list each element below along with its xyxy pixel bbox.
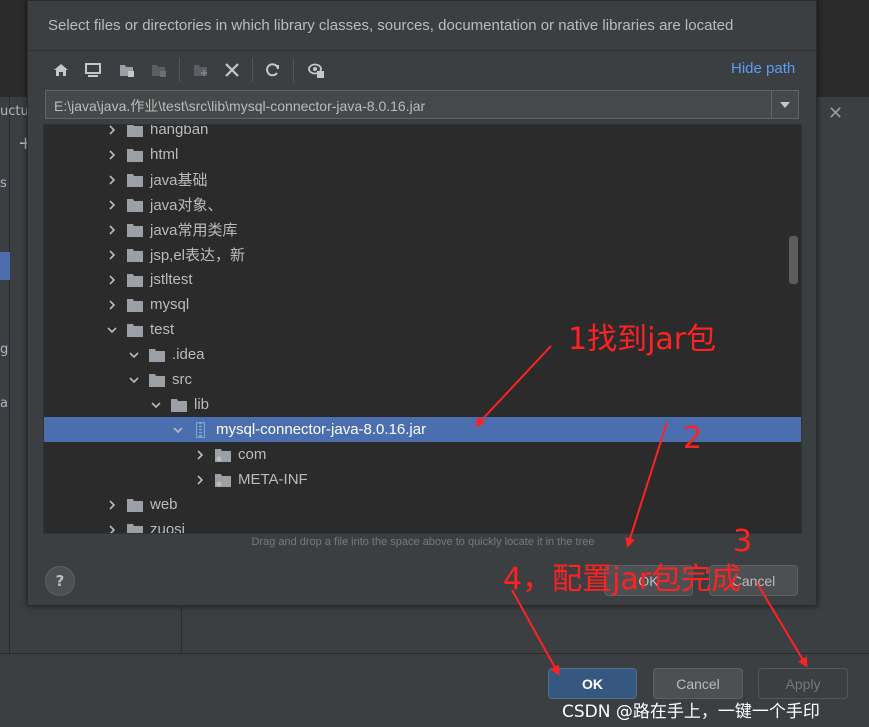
tree-item-label: .idea <box>172 346 205 363</box>
folder-icon <box>148 347 166 363</box>
folder-icon <box>126 297 144 313</box>
tree-row[interactable]: web <box>44 492 801 517</box>
tree-item-label: test <box>150 321 175 338</box>
new-folder-icon[interactable] <box>190 59 212 81</box>
tree-row[interactable]: html <box>44 142 801 167</box>
project-icon[interactable] <box>116 59 138 81</box>
tree-item-label: html <box>150 146 179 163</box>
sidebar-fragment: s <box>0 176 7 191</box>
sidebar-fragment: uctu <box>0 104 29 119</box>
folder-icon <box>126 222 144 238</box>
chevron-right-icon[interactable] <box>104 147 120 163</box>
folder-icon <box>126 322 144 338</box>
chevron-right-icon[interactable] <box>104 297 120 313</box>
tree-row[interactable]: zuosi <box>44 517 801 534</box>
folder-icon <box>126 197 144 213</box>
chevron-right-icon[interactable] <box>104 522 120 533</box>
tree-row[interactable]: jsp,el表达，新 <box>44 242 801 267</box>
folder-icon <box>126 272 144 288</box>
folder-icon <box>126 125 144 138</box>
tree-item-label: jsp,el表达，新 <box>150 247 246 264</box>
tree-scrollbar[interactable] <box>789 236 798 284</box>
home-icon[interactable] <box>50 59 72 81</box>
project-apply-button[interactable]: Apply <box>758 668 848 699</box>
project-cancel-button[interactable]: Cancel <box>653 668 743 699</box>
tree-row[interactable]: java对象、 <box>44 192 801 217</box>
close-icon[interactable]: ✕ <box>828 103 843 124</box>
chevron-right-icon[interactable] <box>104 497 120 513</box>
tree-row[interactable]: java常用类库 <box>44 217 801 242</box>
hide-path-link[interactable]: Hide path <box>731 60 795 77</box>
chevron-right-icon[interactable] <box>104 125 120 138</box>
chevron-down-icon[interactable] <box>104 322 120 338</box>
desktop-icon[interactable] <box>82 59 104 81</box>
tree-row[interactable]: jstltest <box>44 267 801 292</box>
delete-icon[interactable] <box>221 59 243 81</box>
module-icon[interactable] <box>148 59 170 81</box>
tree-row[interactable]: META-INF <box>44 467 801 492</box>
chevron-right-icon[interactable] <box>192 472 208 488</box>
annotation-step2: 2 <box>683 421 703 456</box>
sidebar-fragment: a <box>0 396 8 411</box>
refresh-icon[interactable] <box>262 59 284 81</box>
chooser-description: Select files or directories in which lib… <box>48 17 734 34</box>
tree-item-label: lib <box>194 396 210 413</box>
chevron-down-icon[interactable] <box>170 422 186 438</box>
annotation-step1: 1找到jar包 <box>568 322 717 357</box>
chevron-down-icon <box>780 101 790 108</box>
package-folder-icon <box>214 447 232 463</box>
tree-item-label: mysql-connector-java-8.0.16.jar <box>216 421 427 438</box>
tree-item-label: jstltest <box>150 271 193 288</box>
project-ok-button[interactable]: OK <box>548 668 637 699</box>
folder-icon <box>170 397 188 413</box>
sidebar-fragment: g <box>0 342 9 357</box>
chevron-right-icon[interactable] <box>104 222 120 238</box>
tree-row[interactable]: java基础 <box>44 167 801 192</box>
help-button[interactable]: ? <box>45 566 75 596</box>
chevron-right-icon[interactable] <box>192 447 208 463</box>
tree-item-label: META-INF <box>238 471 308 488</box>
toolbar-divider <box>252 58 253 82</box>
toolbar-divider <box>179 58 180 82</box>
tree-item-label: src <box>172 371 192 388</box>
tree-item-label: java基础 <box>150 172 208 189</box>
show-hidden-icon[interactable] <box>305 59 327 81</box>
tree-item-label: zuosi <box>150 521 186 534</box>
folder-icon <box>126 172 144 188</box>
path-history-dropdown[interactable] <box>771 90 799 119</box>
tree-item-label: mysql <box>150 296 190 313</box>
file-chooser-dialog: Select files or directories in which lib… <box>27 0 818 606</box>
drag-drop-hint: Drag and drop a file into the space abov… <box>251 536 595 548</box>
path-input[interactable]: E:\java\java.作业\test\src\lib\mysql-conne… <box>45 90 799 119</box>
toolbar-divider <box>293 58 294 82</box>
divider <box>28 50 818 51</box>
chevron-right-icon[interactable] <box>104 272 120 288</box>
sidebar-selected-item[interactable] <box>0 252 10 280</box>
package-folder-icon <box>214 472 232 488</box>
chevron-down-icon[interactable] <box>126 347 142 363</box>
jar-archive-icon <box>192 421 210 438</box>
folder-icon <box>126 497 144 513</box>
chevron-right-icon[interactable] <box>104 197 120 213</box>
tree-item-label: java常用类库 <box>150 222 238 239</box>
chevron-down-icon[interactable] <box>148 397 164 413</box>
tree-row[interactable]: lib <box>44 392 801 417</box>
tree-item-label: java对象、 <box>150 197 223 214</box>
annotation-step4: 4，配置jar包完成 <box>503 562 742 597</box>
tree-row[interactable]: hangban <box>44 124 801 142</box>
folder-icon <box>126 522 144 533</box>
tree-item-label: hangban <box>150 124 209 138</box>
folder-icon <box>148 372 166 388</box>
watermark: CSDN @路在手上，一键一个手印 <box>562 702 820 722</box>
chevron-down-icon[interactable] <box>126 372 142 388</box>
folder-icon <box>126 147 144 163</box>
tree-item-label: web <box>150 496 178 513</box>
chevron-right-icon[interactable] <box>104 247 120 263</box>
chevron-right-icon[interactable] <box>104 172 120 188</box>
tree-item-label: com <box>238 446 267 463</box>
tree-row[interactable]: src <box>44 367 801 392</box>
folder-icon <box>126 247 144 263</box>
